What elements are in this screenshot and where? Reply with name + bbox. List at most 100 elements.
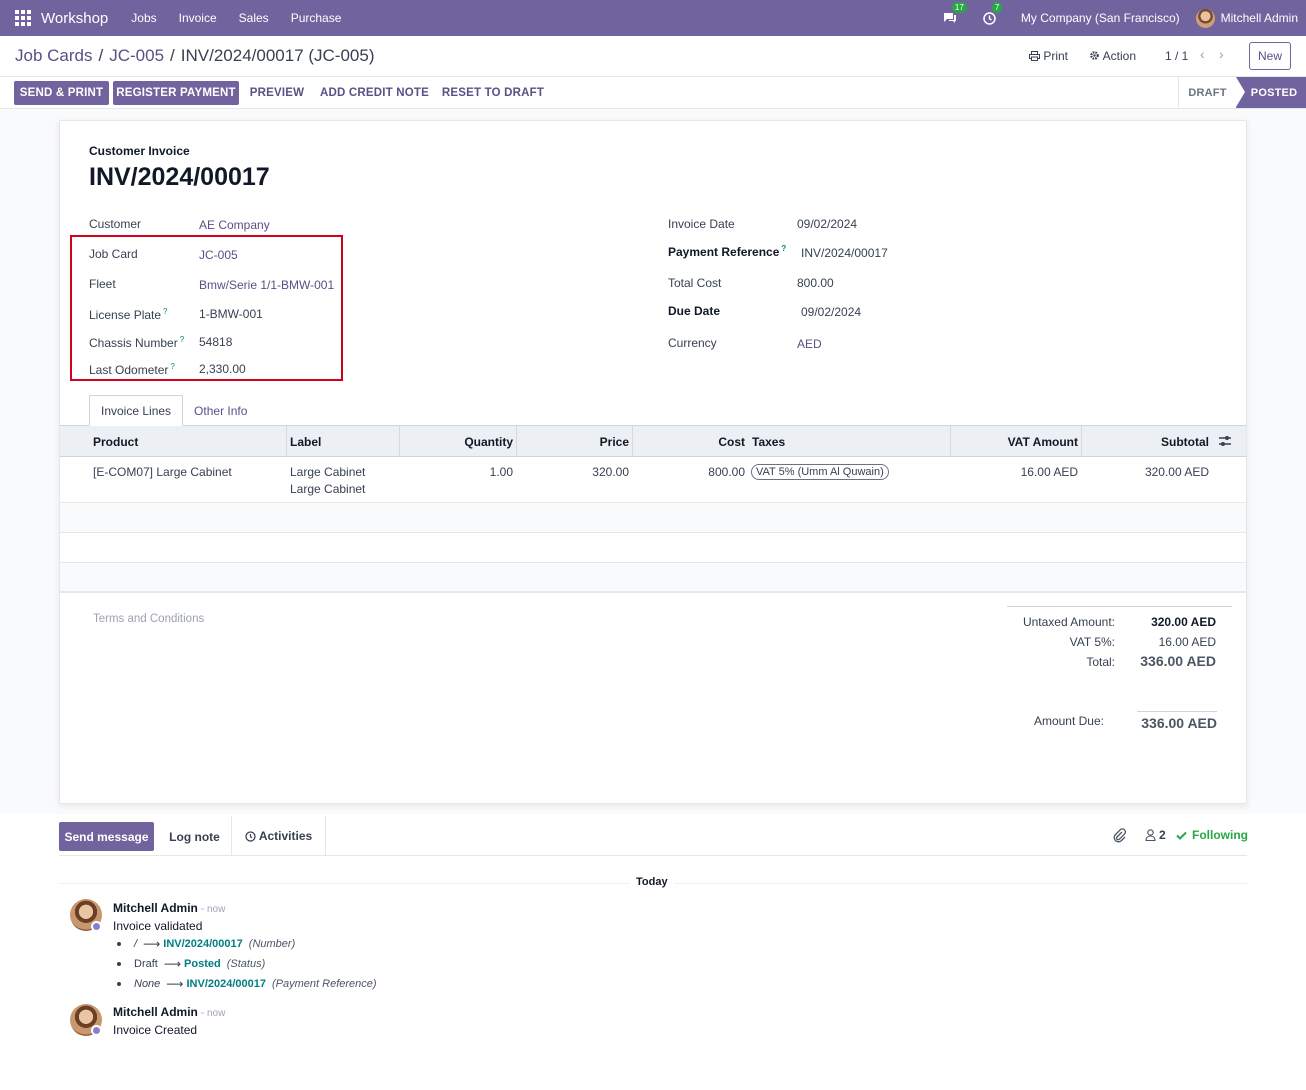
top-navbar: Workshop Jobs Invoice Sales Purchase 17 …: [0, 0, 1306, 36]
activities-clock-icon[interactable]: 7: [981, 2, 1003, 27]
vat-label: VAT 5%:: [1069, 635, 1115, 649]
chassis-number-label: Chassis Number?: [89, 335, 184, 350]
message-time: - now: [200, 904, 226, 915]
stage-posted-label: POSTED: [1250, 86, 1298, 99]
total-label: Total:: [1086, 655, 1115, 669]
action-button[interactable]: Action: [1089, 49, 1136, 63]
status-bar: SEND & PRINT REGISTER PAYMENT PREVIEW AD…: [0, 77, 1306, 109]
amount-due-value: 336.00 AED: [1141, 715, 1217, 731]
invoice-date-label: Invoice Date: [668, 217, 735, 231]
column-label[interactable]: Label: [290, 426, 395, 457]
print-icon: [1029, 51, 1040, 61]
message-author[interactable]: Mitchell Admin - now: [113, 1005, 225, 1019]
total-cost-field[interactable]: 800.00: [797, 276, 834, 290]
payment-reference-label-text: Payment Reference: [668, 245, 780, 259]
amount-due-border: [1137, 711, 1217, 712]
log-note-button[interactable]: Log note: [158, 822, 231, 851]
tracking-value: / ⟶ INV/2024/00017 (Number): [117, 937, 295, 951]
tab-invoice-lines[interactable]: Invoice Lines: [89, 395, 184, 426]
stage-draft[interactable]: DRAFT: [1178, 77, 1236, 108]
terms-and-conditions-field[interactable]: Terms and Conditions: [93, 613, 204, 625]
customer-field[interactable]: AE Company: [199, 218, 270, 232]
apps-menu-icon[interactable]: [15, 10, 31, 26]
new-button[interactable]: New: [1249, 42, 1291, 70]
date-separator: Today: [630, 876, 674, 888]
followers-button[interactable]: 2: [1145, 828, 1166, 842]
license-plate-label: License Plate?: [89, 307, 168, 322]
messages-count-badge: 17: [951, 2, 967, 13]
send-and-print-button[interactable]: SEND & PRINT: [14, 81, 109, 105]
tracking-field: (Payment Reference): [272, 978, 377, 990]
message-time: - now: [200, 1008, 226, 1019]
tracking-field: (Number): [248, 938, 296, 950]
clock-icon: [245, 830, 256, 842]
following-button[interactable]: Following: [1176, 828, 1248, 842]
message-author[interactable]: Mitchell Admin - now: [113, 901, 225, 915]
stage-posted[interactable]: POSTED: [1236, 77, 1306, 108]
line-label-1: Large Cabinet: [290, 465, 366, 479]
breadcrumb-job-card[interactable]: JC-005: [109, 46, 164, 65]
payment-reference-label: Payment Reference?: [668, 244, 786, 259]
help-tooltip-icon[interactable]: ?: [170, 362, 174, 371]
app-name[interactable]: Workshop: [41, 10, 108, 27]
pager-next-icon[interactable]: ›: [1219, 46, 1224, 62]
user-avatar[interactable]: [1195, 8, 1215, 28]
column-cost[interactable]: Cost: [636, 426, 745, 457]
tax-tag[interactable]: VAT 5% (Umm Al Quwain): [751, 464, 889, 480]
menu-invoice[interactable]: Invoice: [179, 11, 217, 25]
optional-columns-icon[interactable]: [1218, 435, 1232, 447]
messages-icon[interactable]: 17: [941, 2, 967, 27]
pager-previous-icon[interactable]: ‹: [1200, 46, 1205, 62]
column-taxes[interactable]: Taxes: [752, 426, 942, 457]
print-label: Print: [1043, 49, 1069, 63]
help-tooltip-icon[interactable]: ?: [781, 244, 786, 253]
column-subtotal[interactable]: Subtotal: [1085, 426, 1209, 457]
menu-purchase[interactable]: Purchase: [291, 11, 342, 25]
license-plate-field[interactable]: 1-BMW-001: [199, 307, 263, 321]
print-button[interactable]: Print: [1029, 49, 1068, 63]
message-author-name: Mitchell Admin: [113, 901, 198, 915]
followers-count: 2: [1159, 828, 1166, 842]
column-product[interactable]: Product: [93, 426, 283, 457]
send-message-button[interactable]: Send message: [59, 822, 154, 851]
total-value: 336.00 AED: [1140, 653, 1216, 669]
column-vat-amount[interactable]: VAT Amount: [954, 426, 1078, 457]
arrow-right-icon: ⟶: [166, 977, 184, 991]
company-switcher[interactable]: My Company (San Francisco): [1021, 11, 1180, 25]
preview-button[interactable]: PREVIEW: [244, 81, 310, 105]
line-product[interactable]: [E-COM07] Large Cabinet: [93, 464, 232, 481]
fleet-field[interactable]: Bmw/Serie 1/1-BMW-001: [199, 278, 334, 292]
last-odometer-field[interactable]: 2,330.00: [199, 362, 246, 376]
register-payment-button[interactable]: REGISTER PAYMENT: [113, 81, 239, 105]
totals-top-border: [1007, 606, 1232, 607]
job-card-label: Job Card: [89, 247, 138, 261]
column-price[interactable]: Price: [520, 426, 629, 457]
line-label-2: Large Cabinet: [290, 482, 366, 496]
menu-jobs[interactable]: Jobs: [131, 11, 156, 25]
tab-other-info[interactable]: Other Info: [183, 395, 258, 426]
currency-label: Currency: [668, 336, 717, 350]
chassis-number-field[interactable]: 54818: [199, 335, 232, 349]
vat-value: 16.00 AED: [1158, 635, 1216, 649]
add-credit-note-button[interactable]: ADD CREDIT NOTE: [316, 81, 433, 105]
line-vat-amount: 16.00 AED: [1020, 465, 1078, 479]
reset-to-draft-button[interactable]: RESET TO DRAFT: [439, 81, 547, 105]
message-body: Invoice validated: [113, 919, 203, 933]
menu-sales[interactable]: Sales: [239, 11, 269, 25]
paperclip-icon[interactable]: [1112, 827, 1126, 843]
line-cost: 800.00: [708, 465, 745, 479]
due-date-field[interactable]: 09/02/2024: [801, 305, 861, 319]
message-body: Invoice Created: [113, 1023, 198, 1037]
help-tooltip-icon[interactable]: ?: [163, 307, 167, 316]
column-quantity[interactable]: Quantity: [403, 426, 513, 457]
activities-button[interactable]: Activities: [231, 816, 326, 856]
pager-value[interactable]: 1 / 1: [1165, 49, 1188, 63]
user-menu[interactable]: Mitchell Admin: [1221, 11, 1298, 25]
job-card-field[interactable]: JC-005: [199, 248, 238, 262]
breadcrumb-job-cards[interactable]: Job Cards: [15, 46, 92, 65]
help-tooltip-icon[interactable]: ?: [180, 335, 184, 344]
currency-field[interactable]: AED: [797, 337, 822, 351]
payment-reference-field[interactable]: INV/2024/00017: [801, 246, 888, 260]
invoice-date-field[interactable]: 09/02/2024: [797, 217, 857, 231]
control-panel: Job Cards / JC-005/INV/2024/00017 (JC-005)…: [0, 36, 1306, 77]
